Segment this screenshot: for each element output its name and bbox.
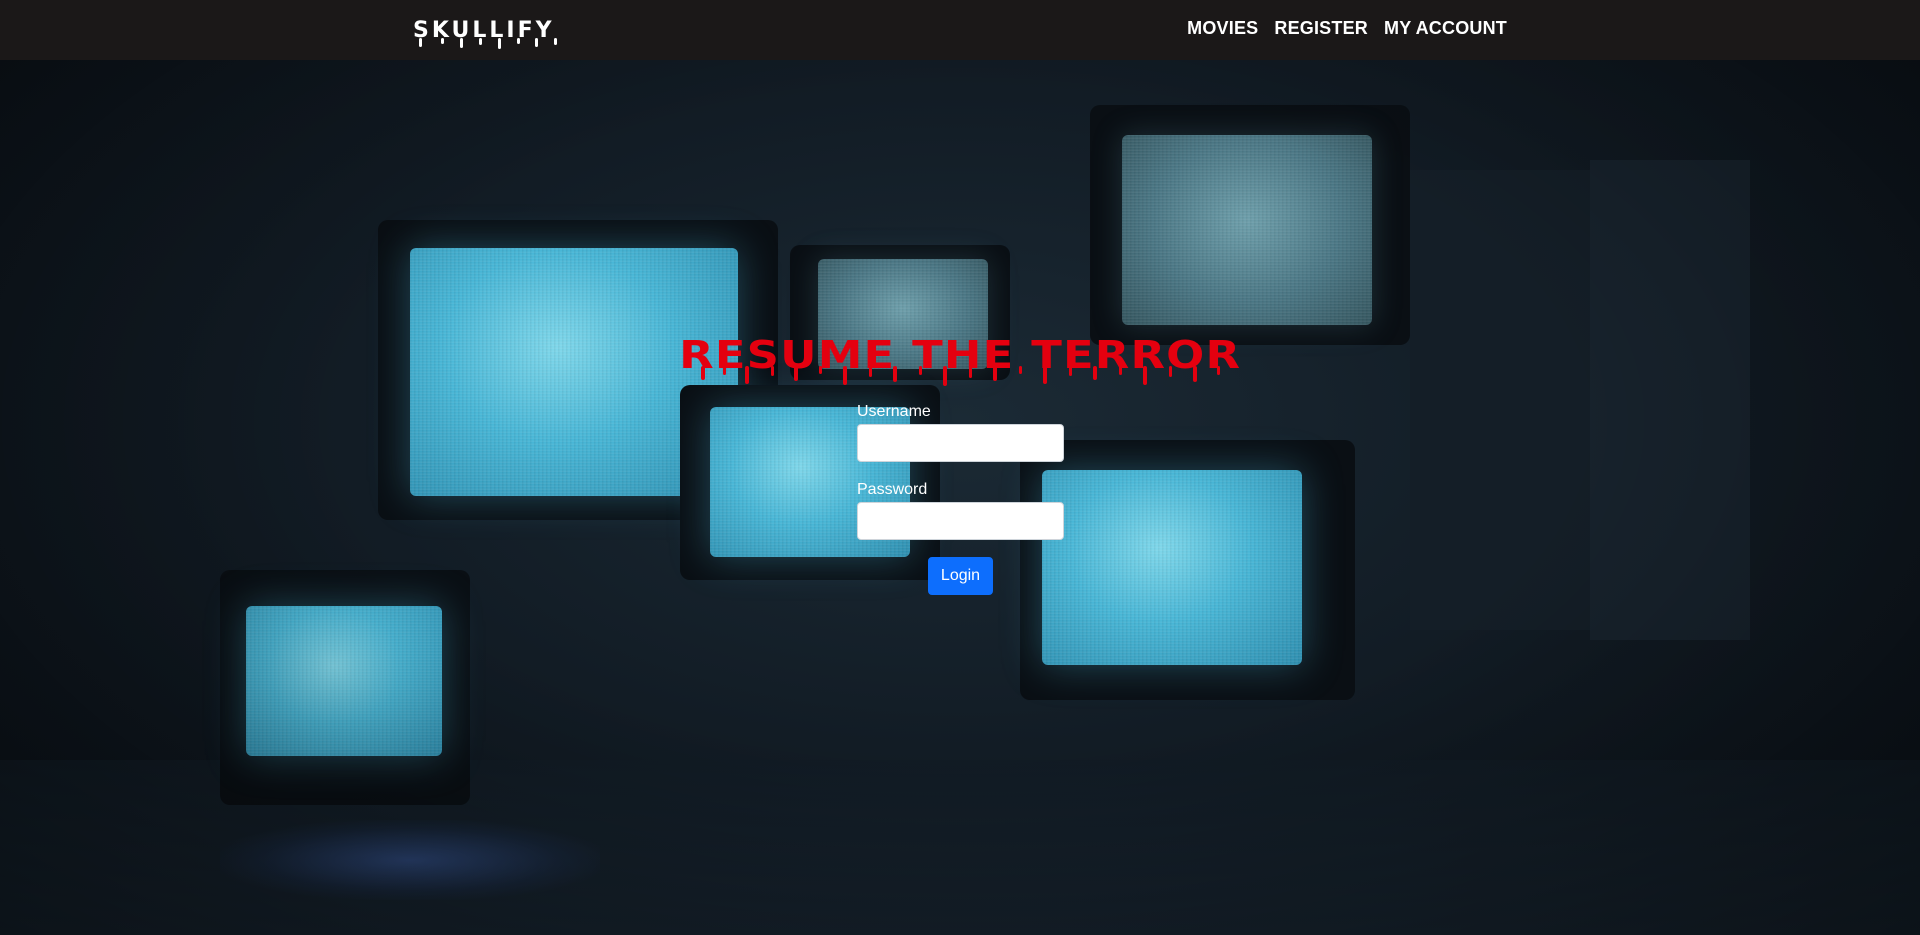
brand-logo[interactable]: SKULLIFY <box>413 14 557 49</box>
navbar: SKULLIFY MOVIES REGISTER MY ACCOUNT <box>0 0 1920 60</box>
nav-link-my-account[interactable]: MY ACCOUNT <box>1384 18 1507 39</box>
password-field-group: Password <box>857 479 1064 540</box>
login-heading-wrap: RESUME THE TERROR <box>0 334 1920 376</box>
page: SKULLIFY MOVIES REGISTER MY ACCOUNT RESU… <box>0 0 1920 935</box>
button-row: Login <box>857 557 1064 595</box>
username-label: Username <box>857 403 931 420</box>
password-label: Password <box>857 481 928 498</box>
login-heading: RESUME THE TERROR <box>678 333 1242 377</box>
password-input[interactable] <box>857 502 1064 540</box>
login-button[interactable]: Login <box>927 557 994 595</box>
brand-name: SKULLIFY <box>413 17 555 43</box>
username-input[interactable] <box>857 424 1064 462</box>
main-nav: MOVIES REGISTER MY ACCOUNT <box>1187 18 1507 39</box>
nav-link-register[interactable]: REGISTER <box>1274 18 1368 39</box>
username-field-group: Username <box>857 401 1064 462</box>
nav-link-movies[interactable]: MOVIES <box>1187 18 1258 39</box>
login-form: Username Password Login <box>857 401 1064 595</box>
